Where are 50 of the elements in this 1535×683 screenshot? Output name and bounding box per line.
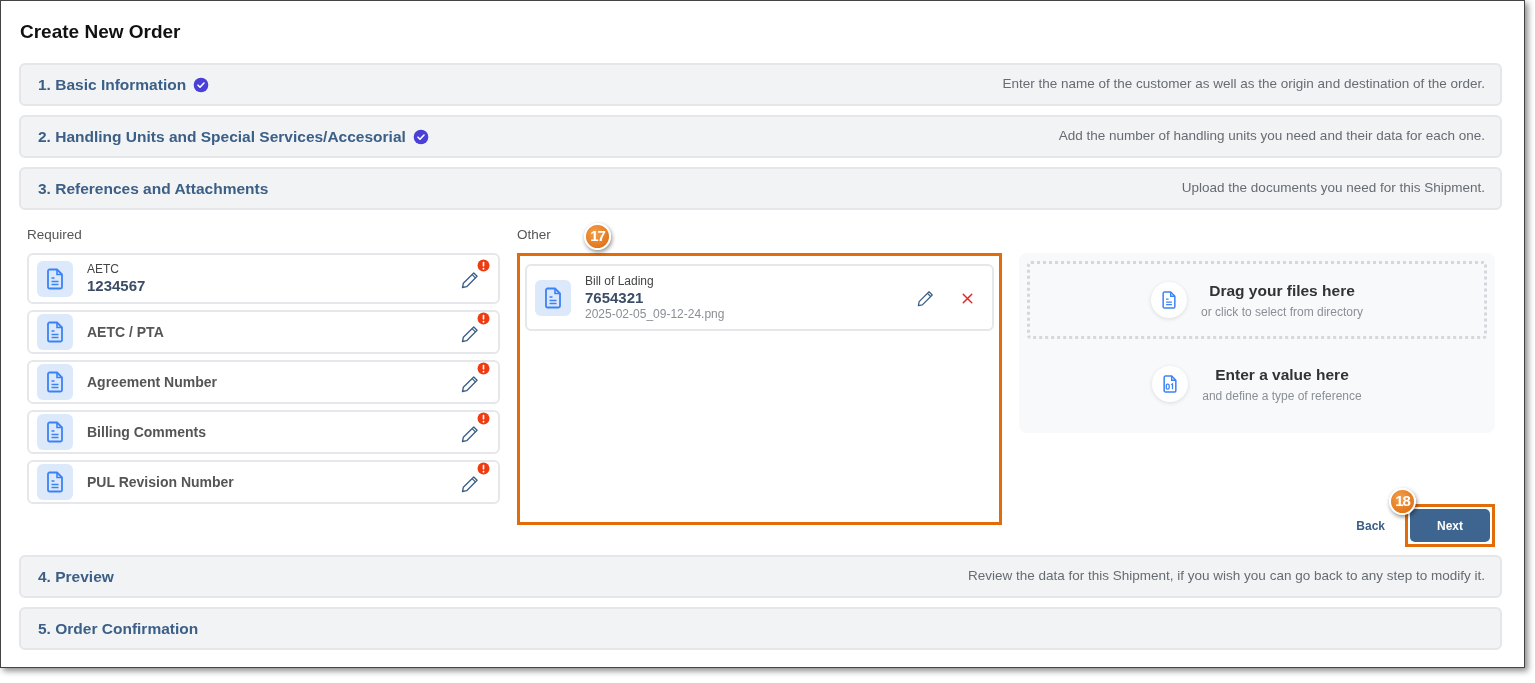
reference-label: AETC [87,262,120,277]
reference-card[interactable]: Agreement Number [27,360,500,404]
reference-label: Agreement Number [87,373,218,391]
document-icon [37,464,73,500]
reference-label: Billing Comments [87,423,207,441]
reference-label: AETC / PTA [87,323,165,341]
callout-badge: 17 [584,223,611,250]
step-description: Enter the name of the customer as well as the origin and destination of the order. [1002,75,1485,94]
option-subtitle: or click to select from directory [1200,303,1363,321]
reference-card[interactable]: PUL Revision Number [27,460,500,504]
reference-card[interactable]: AETC 1234567 [27,253,500,304]
value-entry-option[interactable]: Enter a value here and define a type of reference [1027,345,1487,423]
drop-zone[interactable]: Drag your files here or click to select from directory [1027,261,1487,339]
reference-value: 1234567 [87,276,147,295]
step-description: Review the data for this Shipment, if you wish you can go back to any step to modify it. [968,567,1485,586]
file-name: 2025-02-05_09-12-24.png [585,306,726,321]
step-header[interactable]: 4. Preview Review the data for this Shipment, if you wish you can go back to any step to modify it. [19,555,1502,598]
next-button[interactable]: Next [1410,509,1490,542]
reference-value: 7654321 [585,288,645,307]
back-link[interactable]: Back [1356,516,1385,535]
reference-label: Bill of Lading [585,274,655,289]
option-subtitle: and define a type of reference [1202,387,1362,405]
step-title: 2. Handling Units and Special Services/Accesorial [38,126,406,147]
reference-card[interactable]: Bill of Lading 7654321 2025-02-05_09-12-24.png [525,264,994,331]
step-header[interactable]: 3. References and Attachments Upload the documents you need for this Shipment. [19,167,1502,210]
document-icon [37,364,73,400]
step-title: 1. Basic Information [38,74,187,95]
step-title: 3. References and Attachments [38,178,269,199]
step-description: Add the number of handling units you need and their data for each one. [1058,127,1485,146]
option-title: Drag your files here [1208,281,1356,302]
document-icon [37,260,73,297]
reference-label: PUL Revision Number [87,473,235,491]
reference-card[interactable]: AETC / PTA [27,310,500,354]
option-title: Enter a value here [1214,365,1350,386]
document-icon [535,279,571,316]
binary-file-icon [1152,366,1189,402]
step-header[interactable]: 1. Basic Information Enter the name of the customer as well as the origin and destination of the order. [19,63,1502,106]
document-icon [1150,282,1187,318]
step-header[interactable]: 5. Order Confirmation [19,607,1502,650]
step-title: 5. Order Confirmation [38,618,199,639]
callout-badge: 18 [1389,488,1416,515]
step-title: 4. Preview [38,566,114,587]
page-title: Create New Order [20,20,182,44]
document-icon [37,314,73,350]
column-heading: Other [517,227,551,242]
reference-card[interactable]: Billing Comments [27,410,500,454]
step-header[interactable]: 2. Handling Units and Special Services/Accesorial Add the number of handling units you need and their data for each one. [19,115,1502,158]
column-heading: Required [27,227,82,242]
step-description: Upload the documents you need for this Shipment. [1181,179,1485,198]
document-icon [37,414,73,450]
